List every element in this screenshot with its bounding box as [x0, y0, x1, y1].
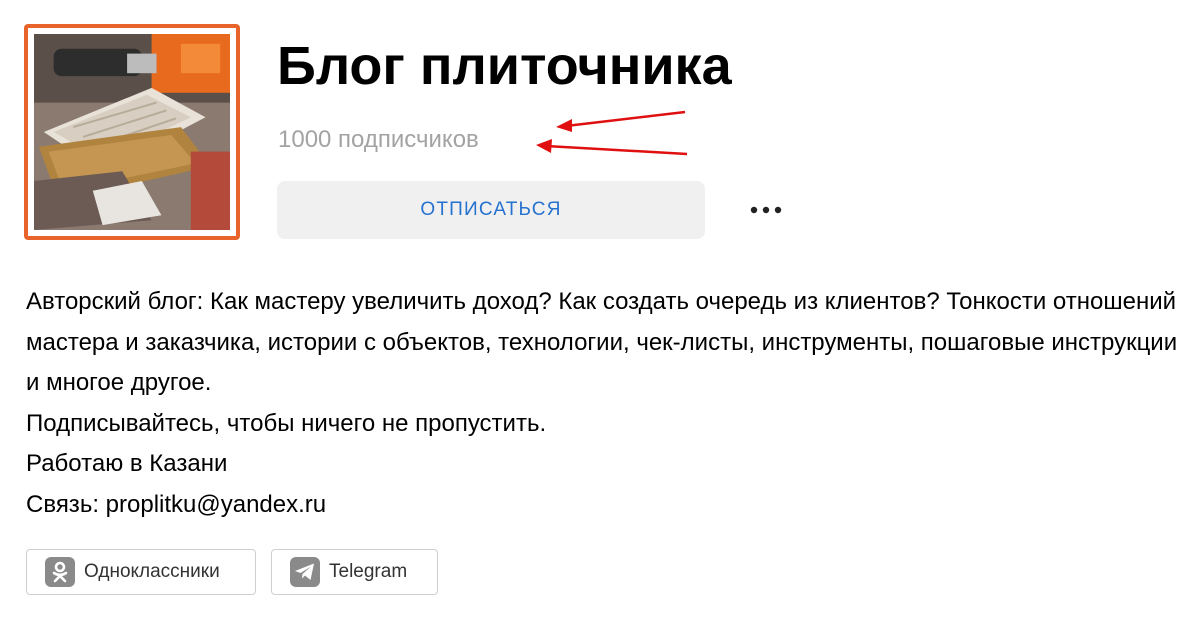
arrow-line-top — [565, 110, 686, 128]
more-button[interactable] — [740, 190, 792, 230]
telegram-link[interactable]: Telegram — [271, 549, 438, 595]
telegram-label: Telegram — [329, 561, 408, 582]
description-paragraph: Авторский блог: Как мастеру увеличить до… — [26, 288, 1178, 396]
channel-avatar[interactable] — [24, 24, 240, 240]
tile-cutter-photo — [34, 34, 230, 230]
arrow-head-top — [556, 119, 572, 132]
social-links: Одноклассники Telegram — [26, 549, 438, 595]
more-dots-icon — [750, 206, 782, 214]
avatar-image — [34, 34, 230, 230]
unsubscribe-button[interactable]: ОТПИСАТЬСЯ — [277, 181, 705, 239]
annotation-arrows — [536, 110, 688, 156]
telegram-icon — [290, 557, 320, 587]
arrow-head-bottom — [536, 139, 552, 153]
channel-description: Авторский блог: Как мастеру увеличить до… — [26, 282, 1191, 525]
description-subscribe-line: Подписывайтесь, чтобы ничего не пропусти… — [26, 409, 547, 437]
channel-title: Блог плиточника — [277, 36, 732, 96]
description-location-line: Работаю в Казани — [26, 450, 228, 477]
arrow-line-bottom — [545, 144, 688, 156]
description-contact-line: Связь: proplitku@yandex.ru — [26, 490, 327, 518]
odnoklassniki-icon — [45, 557, 75, 587]
odnoklassniki-label: Одноклассники — [84, 561, 220, 582]
subscriber-count: 1000 подписчиков — [278, 126, 479, 153]
odnoklassniki-link[interactable]: Одноклассники — [26, 549, 256, 595]
